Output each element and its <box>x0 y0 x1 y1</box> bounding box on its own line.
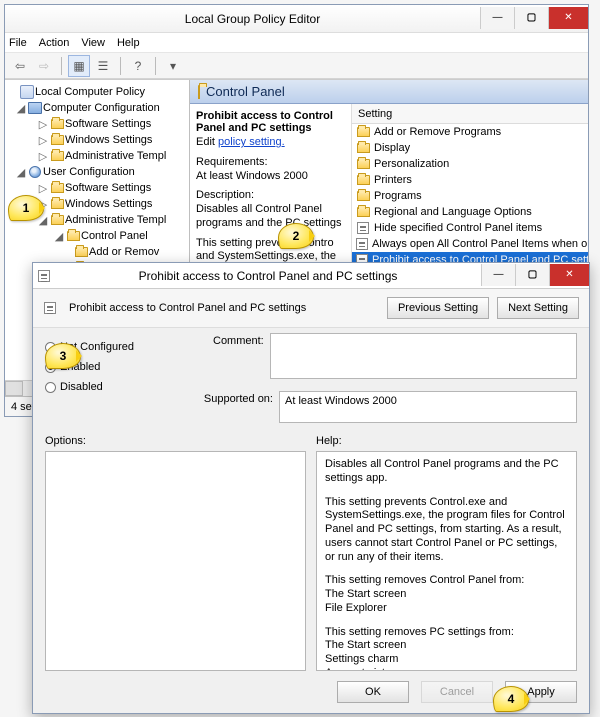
folder-icon <box>357 159 370 169</box>
tree-item[interactable]: Software Settings <box>65 118 151 130</box>
dialog-title: Prohibit access to Control Panel and PC … <box>55 269 481 283</box>
folder-icon <box>357 191 370 201</box>
detail-header: Control Panel <box>190 80 588 104</box>
tree-item[interactable]: Windows Settings <box>65 198 152 210</box>
twisty-icon[interactable]: ◢ <box>53 230 65 243</box>
dialog-minimize-button[interactable]: — <box>481 264 515 286</box>
folder-icon <box>51 183 64 193</box>
previous-setting-button[interactable]: Previous Setting <box>387 297 489 319</box>
folder-icon <box>51 135 64 145</box>
main-titlebar[interactable]: Local Group Policy Editor — ▢ ✕ <box>5 5 588 33</box>
list-item[interactable]: Always open All Control Panel Items when… <box>352 236 588 252</box>
forward-icon[interactable]: ⇨ <box>33 55 55 77</box>
dialog-setting-name: Prohibit access to Control Panel and PC … <box>69 302 379 314</box>
folder-icon <box>51 215 64 225</box>
tree-item[interactable]: Administrative Templ <box>65 214 166 226</box>
help-label: Help: <box>316 435 577 447</box>
twisty-icon[interactable]: ▷ <box>37 134 49 147</box>
tree-computer-config[interactable]: Computer Configuration <box>43 102 160 114</box>
twisty-icon[interactable]: ▷ <box>37 150 49 163</box>
policy-dialog: Prohibit access to Control Panel and PC … <box>32 262 590 714</box>
list-item[interactable]: Add or Remove Programs <box>352 124 588 140</box>
tree-item[interactable]: Add or Remov <box>89 246 159 258</box>
dialog-header-row: Prohibit access to Control Panel and PC … <box>33 289 589 328</box>
options-label: Options: <box>45 435 306 447</box>
dialog-titlebar[interactable]: Prohibit access to Control Panel and PC … <box>33 263 589 289</box>
callout-3: 3 <box>45 343 81 369</box>
folder-icon <box>357 207 370 217</box>
dialog-maximize-button[interactable]: ▢ <box>515 264 549 286</box>
up-icon[interactable]: ▦ <box>68 55 90 77</box>
comment-textarea[interactable] <box>270 333 577 379</box>
menubar: File Action View Help <box>5 33 588 53</box>
minimize-button[interactable]: — <box>480 7 514 29</box>
folder-icon <box>51 119 64 129</box>
list-item[interactable]: Personalization <box>352 156 588 172</box>
folder-icon <box>67 231 80 241</box>
back-icon[interactable]: ⇦ <box>9 55 31 77</box>
ok-button[interactable]: OK <box>337 681 409 703</box>
options-box[interactable] <box>45 451 306 671</box>
twisty-icon[interactable]: ▷ <box>37 118 49 131</box>
root-icon <box>20 85 34 99</box>
callout-4: 4 <box>493 686 529 712</box>
policy-icon <box>38 270 50 282</box>
list-item[interactable]: Regional and Language Options <box>352 204 588 220</box>
close-button[interactable]: ✕ <box>548 7 588 29</box>
policy-icon <box>357 222 369 234</box>
folder-icon <box>51 199 64 209</box>
main-title: Local Group Policy Editor <box>25 12 480 26</box>
list-item[interactable]: Hide specified Control Panel items <box>352 220 588 236</box>
comment-label: Comment: <box>213 333 264 347</box>
callout-1: 1 <box>8 195 44 221</box>
setting-title: Prohibit access to Control Panel and PC … <box>196 110 345 134</box>
list-item[interactable]: Printers <box>352 172 588 188</box>
menu-view[interactable]: View <box>81 37 105 49</box>
main-toolbar: ⇦ ⇨ ▦ ☰ ? ▾ <box>5 53 588 79</box>
next-setting-button[interactable]: Next Setting <box>497 297 579 319</box>
tree-item[interactable]: Windows Settings <box>65 134 152 146</box>
supported-on-field: At least Windows 2000 <box>279 391 577 423</box>
twisty-icon[interactable]: ◢ <box>15 102 27 115</box>
folder-icon <box>51 151 64 161</box>
filter-icon[interactable]: ▾ <box>162 55 184 77</box>
twisty-icon[interactable]: ◢ <box>15 166 27 179</box>
callout-2: 2 <box>278 223 314 249</box>
folder-icon <box>357 175 370 185</box>
column-header-setting[interactable]: Setting <box>352 104 588 124</box>
computer-icon <box>28 102 42 114</box>
radio-disabled[interactable]: Disabled <box>45 381 134 393</box>
list-item[interactable]: Programs <box>352 188 588 204</box>
menu-action[interactable]: Action <box>39 37 70 49</box>
folder-icon <box>357 127 370 137</box>
list-item[interactable]: Display <box>352 140 588 156</box>
dialog-close-button[interactable]: ✕ <box>549 264 589 286</box>
settings-list[interactable]: Add or Remove Programs Display Personali… <box>352 124 588 284</box>
supported-label: Supported on: <box>183 391 273 405</box>
maximize-button[interactable]: ▢ <box>514 7 548 29</box>
help-box[interactable]: Disables all Control Panel programs and … <box>316 451 577 671</box>
help-icon[interactable]: ? <box>127 55 149 77</box>
policy-setting-link[interactable]: policy setting. <box>218 136 285 148</box>
policy-icon <box>44 302 56 314</box>
menu-file[interactable]: File <box>9 37 27 49</box>
folder-icon <box>75 247 88 257</box>
folder-icon <box>357 143 370 153</box>
tree-item-control-panel[interactable]: Control Panel <box>81 230 148 242</box>
user-icon <box>29 166 41 178</box>
twisty-icon[interactable]: ▷ <box>37 182 49 195</box>
tree-item[interactable]: Software Settings <box>65 182 151 194</box>
tree-root[interactable]: Local Computer Policy <box>35 86 145 98</box>
folder-icon <box>198 85 200 99</box>
tree-item[interactable]: Administrative Templ <box>65 150 166 162</box>
policy-icon <box>356 238 368 250</box>
tree-user-config[interactable]: User Configuration <box>43 166 135 178</box>
detail-header-text: Control Panel <box>206 84 285 99</box>
cancel-button[interactable]: Cancel <box>421 681 493 703</box>
menu-help[interactable]: Help <box>117 37 140 49</box>
list-icon[interactable]: ☰ <box>92 55 114 77</box>
